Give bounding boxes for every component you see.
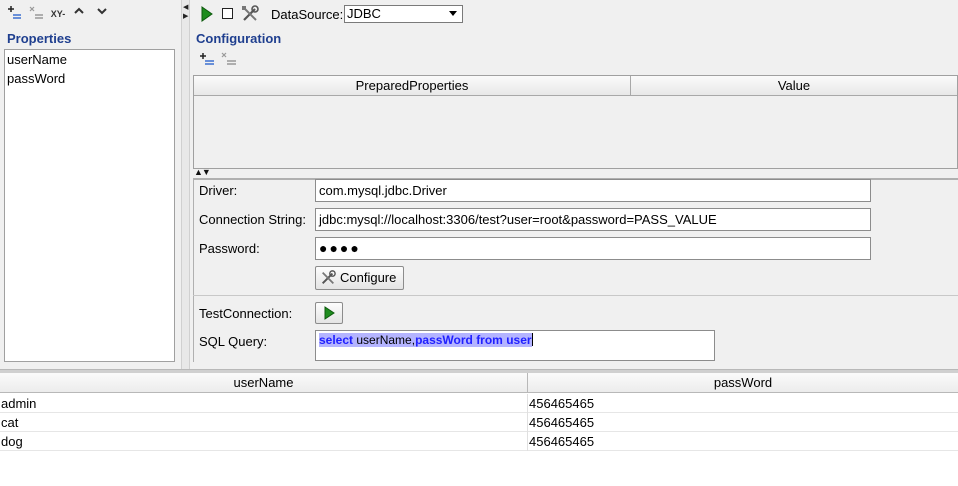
collapse-left-icon[interactable]: ◀ [183,3,188,11]
remove-list-icon [221,52,236,65]
run-button[interactable] [200,6,214,22]
add-prepared-property-button[interactable] [199,52,215,66]
move-down-button[interactable] [95,5,109,23]
configure-button[interactable]: Configure [315,266,404,290]
stop-button[interactable] [222,8,233,19]
add-list-icon [200,53,214,65]
configure-label: Configure [340,270,397,285]
table-cell: dog [1,434,23,449]
table-cell: 456465465 [529,434,595,449]
connection-string-field[interactable]: jdbc:mysql://localhost:3306/test?user=ro… [315,208,871,231]
column-header-password[interactable]: passWord [528,373,958,393]
table-cell: admin [1,396,37,411]
driver-label: Driver: [199,183,238,198]
move-up-button[interactable] [72,5,86,23]
column-header-value[interactable]: Value [631,76,957,96]
chevron-up-icon [74,7,84,14]
datasource-value: JDBC [347,6,381,21]
dropdown-arrow-icon [449,11,457,16]
column-header-username[interactable]: userName [0,373,528,393]
prepared-properties-table[interactable]: PreparedProperties Value [193,75,958,169]
driver-field[interactable]: com.mysql.jdbc.Driver [315,179,871,202]
add-property-button[interactable] [6,5,22,23]
remove-property-button[interactable] [28,5,44,23]
table-row[interactable]: cat 456465465 [0,413,958,432]
table-row[interactable]: dog 456465465 [0,432,958,451]
table-row[interactable]: admin 456465465 [0,394,958,413]
test-connection-button[interactable] [315,302,343,324]
remove-list-icon [29,6,43,19]
sql-keyword: select [319,333,354,347]
text-caret [531,333,533,346]
tools-button[interactable] [241,5,259,23]
play-icon [324,306,335,320]
chevron-down-icon [97,8,107,15]
add-list-icon [8,6,21,19]
collapse-toggle[interactable]: ▲▼ [194,167,211,177]
results-table[interactable]: userName passWord admin 456465465 cat 45… [0,373,958,486]
form-divider [193,295,958,296]
sql-query-label: SQL Query: [199,334,268,349]
table-cell: cat [1,415,19,430]
table-cell: 456465465 [529,396,595,411]
play-icon [201,6,213,22]
properties-list[interactable]: userName passWord [4,49,175,362]
connection-string-label: Connection String: [199,212,306,227]
password-label: Password: [199,241,260,256]
datasource-label: DataSource: [271,7,344,22]
password-field[interactable]: ●●●● [315,237,871,260]
list-item[interactable]: userName [7,52,67,67]
sql-text: userName, [353,333,416,347]
properties-title: Properties [7,31,72,46]
test-connection-label: TestConnection: [199,306,293,321]
table-cell: 456465465 [529,415,595,430]
sql-keyword: passWord from user [415,333,532,347]
remove-prepared-property-button[interactable] [221,52,237,66]
list-item[interactable]: passWord [7,71,65,86]
left-toolbar: XY- [0,0,181,28]
tools-icon [242,5,259,21]
tools-icon [321,270,336,285]
xy-button[interactable]: XY- [49,5,67,23]
sql-query-editor[interactable]: select userName,passWord from user [315,330,715,361]
expand-right-icon[interactable]: ▶ [183,12,188,20]
datasource-select[interactable]: JDBC [344,5,463,23]
configuration-title: Configuration [196,31,282,46]
column-header-prepared-properties[interactable]: PreparedProperties [194,76,631,96]
splitter[interactable]: ◀ ▶ [181,0,190,369]
